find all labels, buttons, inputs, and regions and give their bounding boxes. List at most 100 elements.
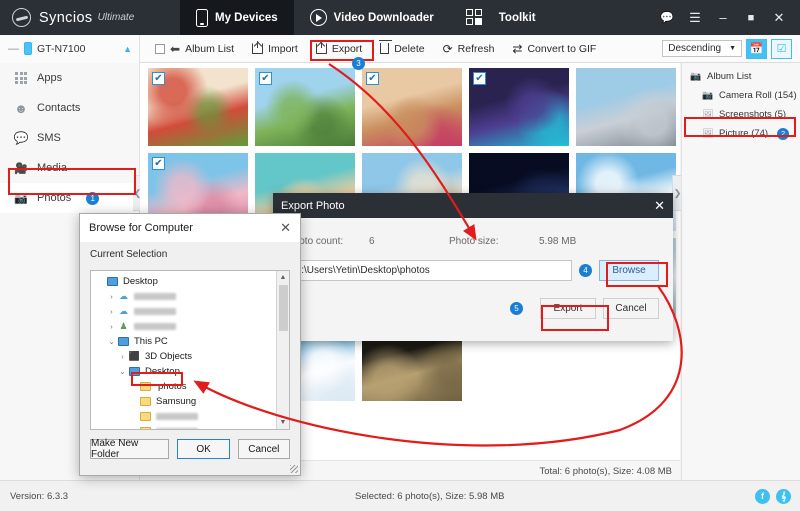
export-confirm-button[interactable]: Export bbox=[540, 298, 596, 319]
tree-expand-chevron-icon[interactable]: ⌄ bbox=[106, 337, 117, 346]
tree-node[interactable]: ⌄ This PC bbox=[95, 334, 289, 349]
eject-icon[interactable]: ▲ bbox=[123, 44, 132, 54]
refresh-button[interactable]: ⟳ Refresh bbox=[434, 35, 504, 63]
toolbar-right: Descending ▼ 📅 ☑ bbox=[662, 38, 800, 59]
title-bar: Syncios Ultimate My Devices Video Downlo… bbox=[0, 0, 800, 35]
social-links: f 𝄞 bbox=[755, 488, 800, 504]
feedback-icon[interactable]: 💬 bbox=[654, 5, 680, 31]
tree-node-label bbox=[134, 323, 176, 330]
import-icon bbox=[252, 41, 264, 54]
tree-node[interactable]: ⌄ Desktop bbox=[95, 364, 289, 379]
thumb-city-skyline[interactable] bbox=[576, 68, 676, 146]
album-list-root[interactable]: 📷 Album List bbox=[682, 67, 800, 86]
media-icon: 🎥 bbox=[14, 162, 28, 175]
select-all-checkbox-group[interactable]: ⬅ Album List bbox=[146, 35, 243, 63]
photo-size-value: 5.98 MB bbox=[539, 235, 577, 247]
import-button[interactable]: Import bbox=[243, 35, 307, 63]
scroll-down-icon[interactable]: ▼ bbox=[277, 416, 289, 429]
tree-node[interactable]: › ☁ bbox=[95, 304, 289, 319]
tree-node[interactable]: Desktop bbox=[95, 274, 289, 289]
export-dialog-body: Photo count: 6 Photo size: 5.98 MB C:\Us… bbox=[273, 218, 673, 319]
browse-ok-button[interactable]: OK bbox=[177, 439, 230, 459]
thumbnail-checkbox[interactable]: ✔ bbox=[473, 72, 486, 85]
tree-expand-chevron-icon[interactable]: › bbox=[117, 352, 128, 361]
thumbnail-checkbox[interactable]: ✔ bbox=[259, 72, 272, 85]
folder-tree-scrollbar[interactable]: ▲ ▼ bbox=[276, 271, 289, 429]
delete-button[interactable]: Delete bbox=[371, 35, 433, 63]
pc-icon bbox=[117, 336, 130, 347]
album-item-screenshots[interactable]: 🖼 Screenshots (5) bbox=[682, 105, 800, 124]
facebook-icon[interactable]: f bbox=[755, 488, 770, 504]
tree-node[interactable]: › ⬛ 3D Objects bbox=[95, 349, 289, 364]
tree-node[interactable]: photos bbox=[95, 379, 289, 394]
tree-expand-chevron-icon[interactable]: › bbox=[106, 292, 117, 301]
picture-icon: 🖼 bbox=[702, 128, 714, 138]
tree-expand-chevron-icon[interactable]: › bbox=[106, 322, 117, 331]
close-icon[interactable]: ✕ bbox=[766, 5, 792, 31]
current-selection-label: Current Selection bbox=[80, 242, 300, 266]
tree-node-label bbox=[156, 413, 198, 420]
scroll-thumb[interactable] bbox=[279, 285, 288, 331]
browse-dialog-header: Browse for Computer ✕ bbox=[80, 214, 300, 242]
calendar-view-icon[interactable]: 📅 bbox=[746, 38, 767, 59]
export-dialog-close-icon[interactable]: ✕ bbox=[654, 198, 665, 214]
export-path-input[interactable]: C:\Users\Yetin\Desktop\photos bbox=[287, 260, 572, 281]
chevron-down-icon: ▼ bbox=[729, 45, 736, 52]
export-step-badge: 5 bbox=[510, 302, 523, 315]
select-all-checkbox[interactable] bbox=[155, 43, 165, 54]
tab-toolkit[interactable]: Toolkit bbox=[450, 0, 552, 35]
make-new-folder-button[interactable]: Make New Folder bbox=[90, 438, 170, 460]
thumb-mountain-meadow[interactable]: ✔ bbox=[255, 68, 355, 146]
tree-node-label: Desktop bbox=[145, 366, 180, 377]
tree-expand-chevron-icon[interactable]: › bbox=[106, 307, 117, 316]
export-dialog-title: Export Photo bbox=[281, 199, 345, 212]
thumbnail-overlay bbox=[576, 68, 676, 146]
tab-video-downloader[interactable]: Video Downloader bbox=[294, 0, 450, 35]
thumbnail-checkbox[interactable]: ✔ bbox=[366, 72, 379, 85]
tree-expand-chevron-icon[interactable]: ⌄ bbox=[117, 367, 128, 376]
device-selector[interactable]: — GT-N7100 ▲ bbox=[0, 34, 140, 63]
delete-label: Delete bbox=[394, 42, 425, 55]
select-all-icon[interactable]: ☑ bbox=[771, 38, 792, 59]
step-badge-3: 3 bbox=[352, 57, 365, 70]
sort-order-select[interactable]: Descending ▼ bbox=[662, 40, 742, 57]
album-item-camera-roll[interactable]: 📷 Camera Roll (154) bbox=[682, 86, 800, 105]
tree-node[interactable] bbox=[95, 424, 289, 429]
cube-icon: ⬛ bbox=[128, 351, 141, 361]
tree-node[interactable]: › ☁ bbox=[95, 289, 289, 304]
sidebar-item-apps[interactable]: Apps bbox=[0, 63, 139, 93]
minimize-icon[interactable]: – bbox=[710, 5, 736, 31]
sidebar-item-photos[interactable]: 📷 Photos 1 bbox=[0, 183, 139, 213]
album-item-camera-roll-label: Camera Roll (154) bbox=[719, 90, 797, 101]
browse-button[interactable]: Browse bbox=[599, 260, 659, 281]
twitter-icon[interactable]: 𝄞 bbox=[776, 488, 791, 504]
tab-my-devices[interactable]: My Devices bbox=[180, 0, 294, 35]
app-logo: Syncios Ultimate bbox=[0, 8, 180, 27]
brand-name: Syncios bbox=[39, 9, 93, 26]
scroll-up-icon[interactable]: ▲ bbox=[277, 271, 289, 284]
menu-icon[interactable]: ☰ bbox=[682, 5, 708, 31]
thumb-teddy-bear[interactable]: ✔ bbox=[362, 68, 462, 146]
sidebar-item-contacts[interactable]: ☻ Contacts bbox=[0, 93, 139, 123]
apps-icon bbox=[14, 71, 28, 85]
thumbnail-checkbox[interactable]: ✔ bbox=[152, 72, 165, 85]
tree-node[interactable] bbox=[95, 409, 289, 424]
thumb-flowers-red[interactable]: ✔ bbox=[148, 68, 248, 146]
browse-dialog-close-icon[interactable]: ✕ bbox=[280, 220, 291, 236]
browse-cancel-button[interactable]: Cancel bbox=[237, 439, 290, 459]
tree-node[interactable]: Samsung bbox=[95, 394, 289, 409]
thumb-fantasy-art[interactable]: ✔ bbox=[469, 68, 569, 146]
resize-grip[interactable] bbox=[290, 465, 298, 473]
sidebar-item-sms[interactable]: 💬 SMS bbox=[0, 123, 139, 153]
tree-node-label: This PC bbox=[134, 336, 168, 347]
tree-node[interactable]: › ♟ bbox=[95, 319, 289, 334]
maximize-icon[interactable]: ■ bbox=[738, 5, 764, 31]
sidebar-item-sms-label: SMS bbox=[37, 132, 61, 144]
album-item-picture-label: Picture (74) bbox=[719, 128, 769, 139]
convert-gif-button[interactable]: ⇄ Convert to GIF bbox=[503, 35, 605, 63]
photos-icon: 📷 bbox=[14, 192, 28, 205]
album-item-picture[interactable]: 🖼 Picture (74) 2 bbox=[682, 124, 800, 143]
export-cancel-button[interactable]: Cancel bbox=[603, 298, 659, 319]
thumbnail-checkbox[interactable]: ✔ bbox=[152, 157, 165, 170]
sidebar-item-media[interactable]: 🎥 Media bbox=[0, 153, 139, 183]
